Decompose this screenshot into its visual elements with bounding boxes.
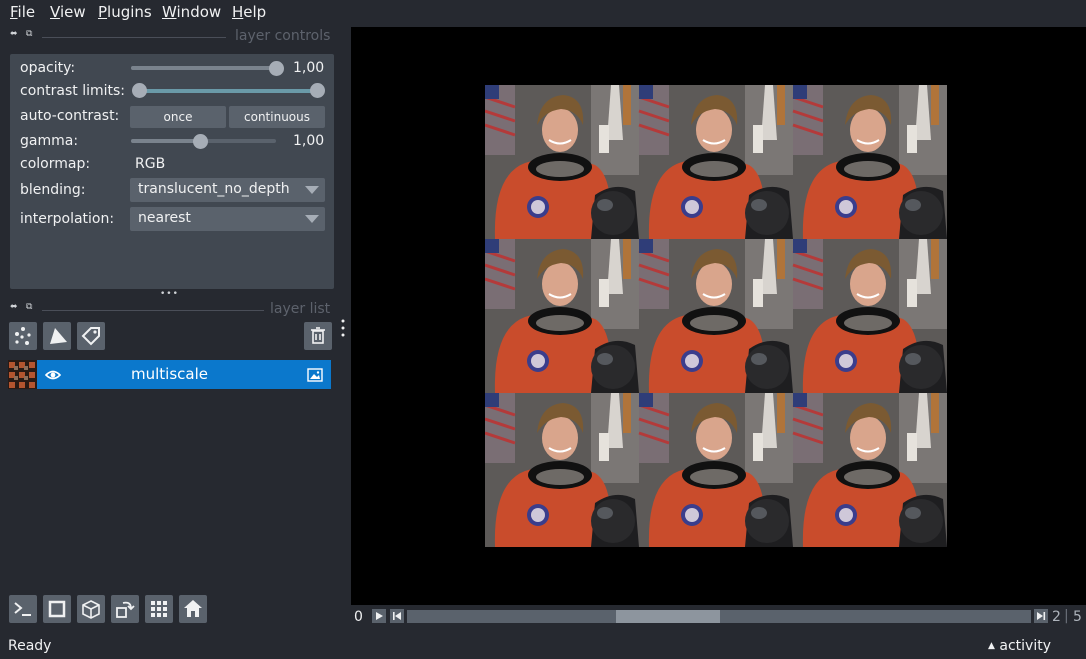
chevron-down-icon xyxy=(305,186,319,194)
tiled-astronaut-image xyxy=(485,85,947,547)
vertical-dots-icon xyxy=(341,319,345,337)
play-icon xyxy=(376,612,383,620)
header-rule xyxy=(42,310,264,311)
menu-plugins[interactable]: Plugins xyxy=(98,3,152,21)
contrast-limits-label: contrast limits: xyxy=(20,83,125,99)
more-options-handle[interactable] xyxy=(341,318,345,338)
float-icon[interactable]: ⬌ xyxy=(10,29,18,39)
float-icon[interactable]: ⬌ xyxy=(10,302,18,312)
transpose-button[interactable] xyxy=(111,595,139,623)
contrast-limits-low-handle[interactable] xyxy=(132,83,147,98)
interpolation-label: interpolation: xyxy=(20,211,115,227)
status-message: Ready xyxy=(8,638,52,654)
square-icon xyxy=(48,600,66,618)
header-rule xyxy=(42,37,226,38)
terminal-icon xyxy=(14,602,31,616)
roll-dimensions-button[interactable] xyxy=(77,595,105,623)
contrast-limits-high-handle[interactable] xyxy=(310,83,325,98)
step-forward-button[interactable] xyxy=(1034,609,1048,623)
dims-separator: | xyxy=(1064,608,1069,624)
menu-view[interactable]: View xyxy=(50,3,86,21)
colormap-value: RGB xyxy=(135,156,166,172)
layer-controls-header: ⬌ ⧉ layer controls xyxy=(10,28,331,45)
shapes-icon xyxy=(50,328,67,344)
new-points-layer-button[interactable] xyxy=(9,322,37,350)
undock-icon[interactable]: ⧉ xyxy=(26,302,32,312)
menu-file[interactable]: File xyxy=(10,3,35,21)
blending-select[interactable]: translucent_no_depth xyxy=(130,178,325,202)
points-icon xyxy=(15,327,31,345)
dims-scrollbar-track[interactable] xyxy=(407,610,1031,623)
gamma-slider-fill xyxy=(131,139,201,143)
play-button[interactable] xyxy=(372,609,386,623)
panel-splitter-handle[interactable]: ••• xyxy=(160,289,179,299)
new-labels-layer-button[interactable] xyxy=(77,322,105,350)
grid-icon xyxy=(151,601,167,617)
layer-list-header: ⬌ ⧉ layer list xyxy=(10,301,331,318)
caret-up-icon: ▲ xyxy=(988,641,995,651)
gamma-value: 1,00 xyxy=(293,133,325,149)
dims-slider-bar: 0 2 | 5 xyxy=(351,605,1086,629)
rotate-icon xyxy=(116,601,135,618)
label-tag-icon xyxy=(81,327,100,346)
opacity-slider-handle[interactable] xyxy=(269,61,284,76)
ndisplay-button[interactable] xyxy=(43,595,71,623)
image-icon xyxy=(307,368,323,382)
interpolation-select-value: nearest xyxy=(138,210,191,226)
viewer-canvas[interactable] xyxy=(351,27,1086,605)
menu-help[interactable]: Help xyxy=(232,3,266,21)
gamma-slider-handle[interactable] xyxy=(193,134,208,149)
opacity-value: 1,00 xyxy=(293,60,325,76)
grid-view-button[interactable] xyxy=(145,595,173,623)
dims-current-index[interactable]: 0 xyxy=(354,609,363,625)
new-shapes-layer-button[interactable] xyxy=(43,322,71,350)
undock-icon[interactable]: ⧉ xyxy=(26,29,32,39)
dims-value-a: 2 xyxy=(1052,609,1061,625)
chevron-down-icon xyxy=(305,215,319,223)
trash-icon xyxy=(311,327,325,344)
auto-contrast-label: auto-contrast: xyxy=(20,108,120,124)
menu-window[interactable]: Window xyxy=(162,3,221,21)
layer-list-title: layer list xyxy=(270,301,331,317)
console-button[interactable] xyxy=(9,595,37,623)
auto-contrast-once-button[interactable]: once xyxy=(130,106,226,128)
gamma-label: gamma: xyxy=(20,133,79,149)
step-back-button[interactable] xyxy=(390,609,404,623)
layer-controls-panel: opacity: 1,00 contrast limits: auto-cont… xyxy=(10,54,334,289)
blending-select-value: translucent_no_depth xyxy=(138,181,290,197)
menu-bar: File View Plugins Window Help xyxy=(0,0,1086,26)
activity-toggle[interactable]: ▲ activity xyxy=(988,638,1051,654)
delete-layer-button[interactable] xyxy=(304,322,332,350)
cube-icon xyxy=(82,600,100,619)
activity-label: activity xyxy=(999,638,1051,654)
dims-value-b: 5 xyxy=(1073,609,1082,625)
contrast-limits-slider[interactable] xyxy=(138,89,318,93)
home-icon xyxy=(184,600,202,617)
interpolation-select[interactable]: nearest xyxy=(130,207,325,231)
layer-list-item[interactable]: multiscale xyxy=(8,360,331,389)
skip-forward-icon xyxy=(1037,612,1046,620)
opacity-slider[interactable] xyxy=(131,66,276,70)
opacity-slider-fill xyxy=(131,66,276,70)
layer-controls-title: layer controls xyxy=(235,28,331,44)
blending-label: blending: xyxy=(20,182,86,198)
home-button[interactable] xyxy=(179,595,207,623)
opacity-label: opacity: xyxy=(20,60,76,76)
auto-contrast-continuous-button[interactable]: continuous xyxy=(229,106,325,128)
colormap-label: colormap: xyxy=(20,156,91,172)
skip-back-icon xyxy=(393,612,401,620)
dims-scrollbar-handle[interactable] xyxy=(616,610,720,623)
layer-name[interactable]: multiscale xyxy=(8,365,331,383)
